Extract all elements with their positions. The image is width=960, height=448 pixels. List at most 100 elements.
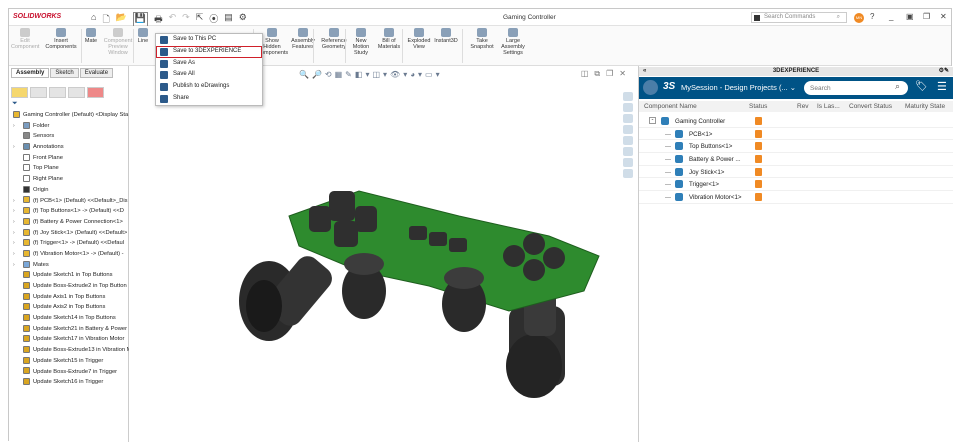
component-row[interactable]: - Gaming Controller	[639, 115, 953, 128]
ribbon-icon	[329, 28, 339, 37]
menu-item-save-as[interactable]: Save As	[156, 58, 262, 70]
expand-arrow-icon[interactable]: ›	[13, 260, 15, 271]
col-is-latest[interactable]: Is Las...	[817, 103, 840, 110]
ribbon-button[interactable]: New Motion Study	[350, 28, 372, 56]
component-row[interactable]: Battery & Power ...	[639, 153, 953, 166]
save-dropdown-menu: Save to This PC Save to 3DEXPERIENCE Save …	[155, 33, 263, 106]
close-button[interactable]: ✕	[940, 12, 947, 21]
tree-item[interactable]: Update Boss-Extrude7 in Trigger	[9, 367, 129, 378]
component-row[interactable]: Joy Stick<1>	[639, 166, 953, 179]
tree-item[interactable]: › (f) Trigger<1> -> (Default) <<Defaul	[9, 238, 129, 249]
col-maturity-state[interactable]: Maturity State	[905, 103, 945, 110]
tree-item[interactable]: Right Plane	[9, 174, 129, 185]
ribbon-button[interactable]: Take Snapshot	[468, 28, 496, 50]
task-pane-tabs[interactable]	[623, 92, 637, 182]
property-manager-tab-icon[interactable]	[30, 87, 47, 98]
expand-arrow-icon[interactable]: ›	[13, 238, 15, 249]
menu-item-save-all[interactable]: Save All	[156, 69, 262, 81]
filter-icon[interactable]: ⏷	[12, 100, 18, 108]
col-rev[interactable]: Rev	[797, 103, 809, 110]
panel-search-input[interactable]	[804, 81, 908, 95]
tree-item[interactable]: Gaming Controller (Default) <Display Sta	[9, 110, 129, 121]
expand-arrow-icon[interactable]: ›	[13, 142, 15, 153]
feature-manager-tab-icon[interactable]	[11, 87, 28, 98]
menu-item-save-to-3dexperience[interactable]: Save to 3DEXPERIENCE	[156, 45, 262, 58]
compass-icon[interactable]	[643, 80, 658, 95]
ribbon-button[interactable]: Exploded View	[406, 28, 432, 50]
tree-item[interactable]: Update Sketch15 in Trigger	[9, 356, 129, 367]
session-selector[interactable]: MySession - Design Projects (... ⌄	[681, 83, 796, 92]
ribbon-button[interactable]: Component Preview Window	[101, 28, 135, 56]
col-convert-status[interactable]: Convert Status	[849, 103, 892, 110]
configuration-manager-tab-icon[interactable]	[49, 87, 66, 98]
tree-item[interactable]: Sensors	[9, 131, 129, 142]
menu-icon[interactable]: ☰	[937, 80, 947, 93]
heads-up-view-toolbar[interactable]: 🔍🔎⟲▦✎◧▾◫▾👁▾◕▾▭▾	[299, 70, 443, 79]
expand-arrow-icon[interactable]: ›	[13, 228, 15, 239]
graphics-area[interactable]: 🔍🔎⟲▦✎◧▾◫▾👁▾◕▾▭▾ ◫⧉❐✕	[129, 66, 638, 442]
expand-arrow-icon[interactable]: ›	[13, 217, 15, 228]
user-avatar[interactable]: MN	[854, 13, 864, 23]
tree-item[interactable]: Update Sketch17 in Vibration Motor	[9, 334, 129, 345]
component-row[interactable]: Top Buttons<1>	[639, 140, 953, 154]
appearance-tab-icon[interactable]	[87, 87, 104, 98]
component-row[interactable]: Vibration Motor<1>	[639, 191, 953, 204]
tab-evaluate[interactable]: Evaluate	[79, 68, 114, 78]
help-icon[interactable]: ?	[870, 12, 874, 21]
component-row[interactable]: Trigger<1>	[639, 178, 953, 192]
tree-item[interactable]: Top Plane	[9, 163, 129, 174]
ribbon-button[interactable]: Insert Components	[43, 28, 79, 50]
tree-item[interactable]: › (f) Vibration Motor<1> -> (Default) -	[9, 249, 129, 260]
ribbon-button[interactable]: Large Assembly Settings	[498, 28, 528, 56]
restore-button[interactable]: ❐	[923, 12, 930, 21]
expand-arrow-icon[interactable]: ›	[13, 196, 15, 207]
tree-item[interactable]: Update Sketch21 in Battery & Power	[9, 324, 129, 335]
expand-arrow-icon[interactable]: ›	[13, 206, 15, 217]
menu-item-share[interactable]: Share	[156, 93, 262, 105]
gaming-controller-model[interactable]	[129, 66, 638, 442]
search-icon[interactable]: ⌕	[837, 13, 840, 22]
expand-arrow-icon[interactable]: ›	[13, 121, 15, 132]
collapse-toggle[interactable]: -	[649, 117, 656, 124]
tree-item[interactable]: Update Sketch1 in Top Buttons	[9, 270, 129, 281]
ribbon-label: Line	[137, 38, 149, 44]
expand-arrow-icon[interactable]: ›	[13, 249, 15, 260]
tree-item[interactable]: Update Sketch16 in Trigger	[9, 377, 129, 388]
collapse-icon[interactable]: «	[643, 67, 646, 76]
search-commands-input[interactable]: Search Commands ⌕	[751, 12, 847, 23]
menu-item-save-to-this-pc[interactable]: Save to This PC	[156, 34, 262, 46]
tree-item[interactable]: › (f) Top Buttons<1> -> (Default) <<D	[9, 206, 129, 217]
ribbon-icon	[267, 28, 277, 37]
tile-icon[interactable]: ▣	[906, 12, 914, 21]
tab-sketch[interactable]: Sketch	[50, 68, 79, 78]
tree-item[interactable]: Update Boss-Extrude2 in Top Button	[9, 281, 129, 292]
tree-item[interactable]: › (f) PCB<1> (Default) <<Default>_Dis	[9, 196, 129, 207]
tree-item[interactable]: › (f) Joy Stick<1> (Default) <<Default>	[9, 228, 129, 239]
tree-item[interactable]: › Folder	[9, 121, 129, 132]
ribbon-button[interactable]: Mate	[83, 28, 99, 44]
tab-assembly[interactable]: Assembly	[11, 68, 50, 78]
tree-item[interactable]: Update Sketch14 in Top Buttons	[9, 313, 129, 324]
menu-item-publish-to-edrawings[interactable]: Publish to eDrawings	[156, 81, 262, 93]
tag-icon[interactable]: 🏷	[915, 81, 928, 92]
tree-item[interactable]: › (f) Battery & Power Connection<1>	[9, 217, 129, 228]
tree-item[interactable]: Update Axis1 in Top Buttons	[9, 292, 129, 303]
pin-icon[interactable]: ⚙✎	[939, 67, 949, 76]
tree-item[interactable]: › Mates	[9, 260, 129, 271]
component-row[interactable]: PCB<1>	[639, 128, 953, 141]
tree-item[interactable]: Origin	[9, 185, 129, 196]
ribbon-button[interactable]: Bill of Materials	[376, 28, 402, 50]
ribbon-button[interactable]: Instant3D	[433, 28, 459, 44]
ribbon-button[interactable]: Line	[137, 28, 149, 44]
tree-item[interactable]: › Annotations	[9, 142, 129, 153]
search-icon[interactable]: ⌕	[895, 81, 900, 92]
ribbon-button[interactable]: Edit Component	[11, 28, 39, 50]
col-status[interactable]: Status	[749, 103, 767, 110]
tree-item[interactable]: Front Plane	[9, 153, 129, 164]
tree-item[interactable]: Update Boss-Extrude13 in Vibration M	[9, 345, 129, 356]
dimxpert-tab-icon[interactable]	[68, 87, 85, 98]
col-component-name[interactable]: Component Name	[644, 103, 697, 110]
minimize-button[interactable]: _	[889, 12, 893, 21]
viewport-window-controls[interactable]: ◫⧉❐✕	[581, 69, 632, 79]
tree-item[interactable]: Update Axis2 in Top Buttons	[9, 302, 129, 313]
